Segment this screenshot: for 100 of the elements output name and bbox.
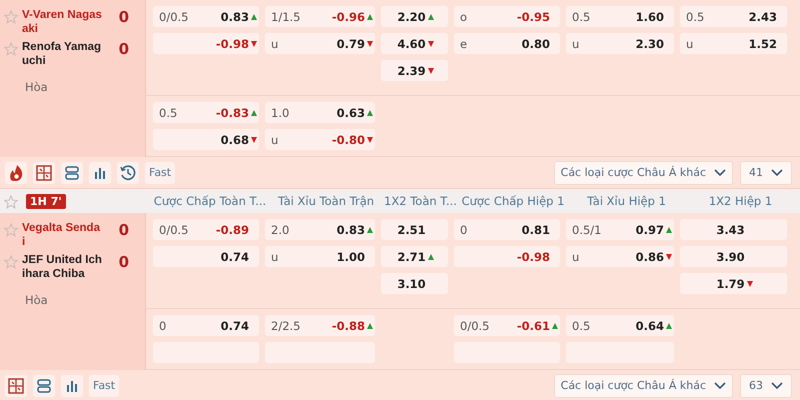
favorite-star-icon[interactable] bbox=[4, 42, 18, 56]
layers-button[interactable] bbox=[61, 162, 83, 184]
fast-button[interactable]: Fast bbox=[145, 162, 176, 184]
layers-icon bbox=[63, 164, 81, 182]
odds-value: 0.86 bbox=[636, 250, 664, 264]
odds-value: 0.63 bbox=[336, 106, 365, 120]
team-score: 0 bbox=[118, 40, 130, 58]
fire-icon bbox=[7, 164, 25, 182]
odds-cell[interactable]: 0.5 2.43 bbox=[680, 6, 787, 27]
odds-cell[interactable]: 4.60 bbox=[381, 33, 448, 54]
odds-cell[interactable]: 0 0.74 bbox=[153, 315, 259, 336]
favorite-star-icon[interactable] bbox=[4, 195, 18, 209]
odds-value: 0.97 bbox=[636, 222, 664, 236]
odds-value: 2.30 bbox=[636, 36, 664, 50]
count-dropdown[interactable]: 63 bbox=[740, 374, 792, 398]
odds-cell[interactable]: 0/0.5 -0.61 bbox=[454, 315, 560, 336]
odds-value: 0.74 bbox=[220, 250, 249, 264]
team-score: 0 bbox=[118, 8, 130, 26]
column-header: Cược Chấp Toàn T... bbox=[152, 194, 268, 208]
odds-cell[interactable]: 0.5/1 0.97 bbox=[566, 219, 674, 240]
count-dropdown[interactable]: 41 bbox=[740, 160, 792, 184]
handicap-line: 0.5 bbox=[686, 10, 706, 24]
odds-value: 3.90 bbox=[716, 250, 745, 264]
team-name: Renofa Yamaguchi bbox=[22, 40, 102, 68]
odds-cell[interactable]: u -0.80 bbox=[265, 129, 375, 150]
market-dropdown[interactable]: Các loại cược Châu Á khác bbox=[554, 374, 733, 398]
favorite-star-icon[interactable] bbox=[4, 255, 18, 269]
odds-cell[interactable]: 1.79 bbox=[680, 273, 787, 294]
odds-cell[interactable]: 2.20 bbox=[381, 6, 448, 27]
odds-cell[interactable]: 3.90 bbox=[680, 246, 787, 267]
column-header: Tài Xỉu Hiệp 1 bbox=[586, 194, 667, 208]
odds-value: 1.60 bbox=[636, 10, 664, 24]
odds-value: -0.98 bbox=[516, 250, 550, 264]
odds-value: -0.88 bbox=[332, 318, 365, 332]
odds-cell[interactable]: 0.68 bbox=[153, 129, 259, 150]
layers-icon bbox=[35, 376, 53, 394]
odds-value: 1.00 bbox=[336, 250, 365, 264]
odds-cell[interactable]: 0/0.5 0.83 bbox=[153, 6, 259, 27]
column-header: Cược Chấp Hiệp 1 bbox=[460, 194, 566, 208]
favorite-star-icon[interactable] bbox=[4, 10, 18, 24]
odds-value: 3.10 bbox=[397, 276, 426, 290]
handicap-line: 2.0 bbox=[271, 222, 290, 236]
column-header: 1X2 Hiệp 1 bbox=[708, 194, 774, 208]
odds-cell[interactable]: 2/2.5 -0.88 bbox=[265, 315, 375, 336]
handicap-line: o bbox=[460, 10, 468, 24]
favorite-star-icon[interactable] bbox=[4, 223, 18, 237]
odds-cell[interactable]: -0.98 bbox=[454, 246, 560, 267]
clock-button[interactable] bbox=[117, 162, 139, 184]
handicap-line: 1.0 bbox=[271, 106, 290, 120]
bar-chart-button[interactable] bbox=[89, 162, 111, 184]
chevron-down-icon bbox=[714, 382, 726, 389]
odds-cell[interactable]: -0.98 bbox=[153, 33, 259, 54]
odds-value: 0.83 bbox=[336, 222, 365, 236]
odds-cell[interactable]: 2.39 bbox=[381, 60, 448, 81]
odds-cell[interactable]: 3.43 bbox=[680, 219, 787, 240]
handicap-line: 0 bbox=[159, 318, 168, 332]
odds-cell[interactable]: e 0.80 bbox=[454, 33, 560, 54]
odds-value: 2.43 bbox=[748, 10, 777, 24]
handicap-line: e bbox=[460, 36, 468, 50]
market-dropdown[interactable]: Các loại cược Châu Á khác bbox=[554, 160, 733, 184]
odds-cell[interactable]: u 2.30 bbox=[566, 33, 674, 54]
odds-cell[interactable]: 0.5 -0.83 bbox=[153, 102, 259, 123]
odds-cell[interactable]: o -0.95 bbox=[454, 6, 560, 27]
odds-value: 0.83 bbox=[220, 10, 249, 24]
team-name: V-Varen Nagasaki bbox=[22, 8, 102, 36]
handicap-line: 0.5/1 bbox=[572, 222, 602, 236]
odds-cell[interactable]: 2.0 0.83 bbox=[265, 219, 375, 240]
bar-chart-button[interactable] bbox=[61, 374, 83, 396]
odds-cell[interactable]: 0.5 1.60 bbox=[566, 6, 674, 27]
odds-value: 0.80 bbox=[522, 36, 550, 50]
odds-cell[interactable]: 2.51 bbox=[381, 219, 448, 240]
handicap-line: 0/0.5 bbox=[460, 318, 490, 332]
fire-button[interactable] bbox=[5, 162, 27, 184]
grid-button[interactable] bbox=[33, 162, 55, 184]
odds-cell[interactable]: 2.71 bbox=[381, 246, 448, 267]
column-header: 1X2 Toàn T... bbox=[384, 194, 457, 208]
odds-cell[interactable]: u 1.52 bbox=[680, 33, 787, 54]
grid-button[interactable] bbox=[5, 374, 27, 396]
odds-cell[interactable]: u 1.00 bbox=[265, 246, 375, 267]
odds-value: 4.60 bbox=[397, 36, 426, 50]
odds-cell[interactable]: 1/1.5 -0.96 bbox=[265, 6, 375, 27]
odds-cell[interactable]: 1.0 0.63 bbox=[265, 102, 375, 123]
odds-value: 0.81 bbox=[522, 222, 550, 236]
odds-cell[interactable]: 0.74 bbox=[153, 246, 259, 267]
team-score: 0 bbox=[118, 253, 130, 271]
odds-value: 0.68 bbox=[220, 132, 249, 146]
fast-button[interactable]: Fast bbox=[89, 374, 120, 396]
odds-value: 2.20 bbox=[397, 10, 426, 24]
odds-value: -0.95 bbox=[516, 10, 550, 24]
layers-button[interactable] bbox=[33, 374, 55, 396]
odds-cell[interactable]: 3.10 bbox=[381, 273, 448, 294]
match-time-badge: 1H 7' bbox=[26, 194, 66, 208]
odds-cell[interactable]: u 0.79 bbox=[265, 33, 375, 54]
odds-cell[interactable]: 0 0.81 bbox=[454, 219, 560, 240]
odds-cell[interactable]: u 0.86 bbox=[566, 246, 674, 267]
odds-cell[interactable]: 0/0.5 -0.89 bbox=[153, 219, 259, 240]
handicap-line: u bbox=[686, 36, 694, 50]
odds-cell[interactable]: 0.5 0.64 bbox=[566, 315, 674, 336]
draw-label: Hòa bbox=[25, 293, 49, 307]
handicap-line: 0/0.5 bbox=[159, 10, 190, 24]
